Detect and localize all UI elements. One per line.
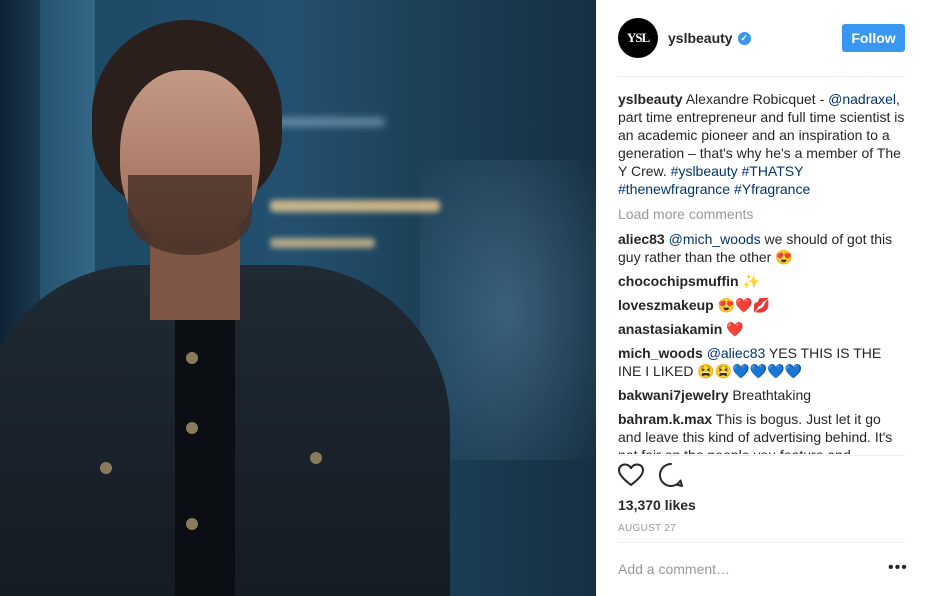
jacket-button: [310, 452, 322, 464]
caption-text: Alexandre Robicquet -: [682, 91, 829, 107]
post-date: AUGUST 27: [618, 523, 677, 534]
follow-button[interactable]: Follow: [842, 24, 905, 52]
comment-username[interactable]: loveszmakeup: [618, 297, 714, 313]
caption-mention[interactable]: @nadraxel: [828, 91, 896, 107]
add-comment-input[interactable]: Add a comment…: [618, 561, 730, 577]
comment-text: ❤️: [722, 321, 744, 337]
divider: [618, 455, 905, 456]
divider: [618, 76, 905, 77]
post-caption: yslbeauty Alexandre Robicquet - @nadraxe…: [618, 90, 908, 198]
comment-icon[interactable]: [658, 462, 684, 493]
post-actions: [618, 462, 684, 493]
photo-bg-light: [270, 238, 375, 248]
caption-hashtag[interactable]: #yslbeauty: [671, 163, 738, 179]
comments-list[interactable]: yslbeauty Alexandre Robicquet - @nadraxe…: [618, 90, 908, 454]
header-username[interactable]: yslbeauty: [668, 30, 733, 46]
jacket-button: [186, 422, 198, 434]
comment-mention[interactable]: @aliec83: [707, 345, 766, 361]
divider: [618, 542, 905, 543]
more-options-icon[interactable]: •••: [888, 560, 908, 576]
photo-subject-shirt: [175, 300, 235, 596]
comment: aliec83 @mich_woods we should of got thi…: [618, 230, 908, 266]
comment-username[interactable]: bahram.k.max: [618, 411, 712, 427]
comment-mention[interactable]: @mich_woods: [669, 231, 761, 247]
jacket-button: [186, 518, 198, 530]
comment: bahram.k.max This is bogus. Just let it …: [618, 410, 908, 454]
avatar[interactable]: YSL: [618, 18, 658, 58]
jacket-button: [186, 352, 198, 364]
comment: mich_woods @aliec83 YES THIS IS THE INE …: [618, 344, 908, 380]
comment-username[interactable]: chocochipsmuffin: [618, 273, 739, 289]
comment-text: Breathtaking: [728, 387, 812, 403]
comment-text: 😍❤️💋: [713, 297, 770, 313]
comment-username[interactable]: aliec83: [618, 231, 665, 247]
verified-badge-icon: ✓: [737, 31, 751, 45]
comment: bakwani7jewelry Breathtaking: [618, 386, 908, 404]
caption-hashtag[interactable]: #THATSY: [741, 163, 803, 179]
post-photo[interactable]: [0, 0, 596, 596]
likes-count[interactable]: 13,370 likes: [618, 497, 696, 513]
comment-text: ✨: [738, 273, 760, 289]
post-header: YSL yslbeauty ✓ Follow: [618, 17, 905, 59]
comment: loveszmakeup 😍❤️💋: [618, 296, 908, 314]
comment-username[interactable]: anastasiakamin: [618, 321, 722, 337]
heart-icon[interactable]: [618, 463, 644, 492]
comment-username[interactable]: mich_woods: [618, 345, 703, 361]
jacket-button: [100, 462, 112, 474]
photo-bg-light: [270, 200, 440, 212]
comment: anastasiakamin ❤️: [618, 320, 908, 338]
comment-username[interactable]: bakwani7jewelry: [618, 387, 729, 403]
caption-username[interactable]: yslbeauty: [618, 91, 683, 107]
caption-hashtag[interactable]: #Yfragrance: [734, 181, 810, 197]
comment: chocochipsmuffin ✨: [618, 272, 908, 290]
post-side-panel: YSL yslbeauty ✓ Follow yslbeauty Alexand…: [596, 0, 926, 596]
caption-hashtag[interactable]: #thenewfragrance: [618, 181, 730, 197]
load-more-comments-link[interactable]: Load more comments: [618, 205, 908, 223]
photo-subject-beard: [128, 175, 252, 255]
